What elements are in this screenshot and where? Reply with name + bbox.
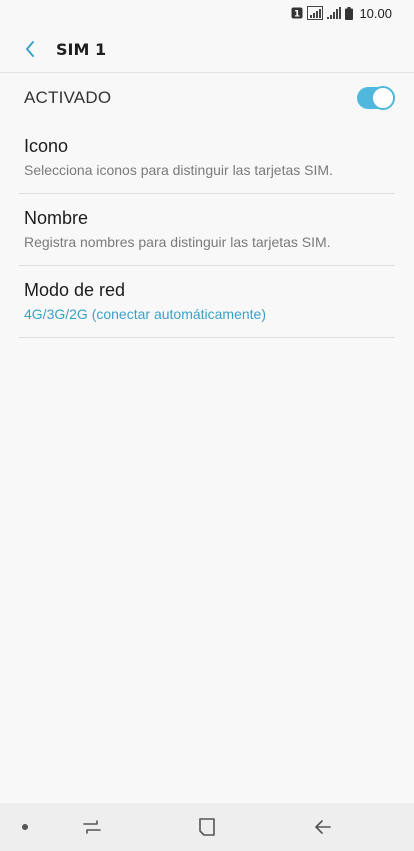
back-button[interactable]	[10, 29, 50, 69]
toggle-knob	[371, 86, 395, 110]
sim-badge-number: 1	[294, 10, 300, 20]
setting-item-title: Icono	[24, 136, 69, 156]
setting-item-subtitle: Registra nombres para distinguir las tar…	[24, 234, 331, 250]
app-bar: SIM 1	[0, 26, 414, 72]
signal-strength-icon	[327, 7, 342, 19]
signal-strength-box-icon	[307, 6, 324, 20]
setting-item-nombre[interactable]: Nombre Registra nombres para distinguir …	[0, 194, 414, 266]
list-divider	[19, 337, 395, 338]
page-title: SIM 1	[56, 39, 107, 59]
back-nav-button[interactable]	[311, 815, 335, 839]
recent-apps-button[interactable]	[80, 815, 104, 839]
setting-item-title: Modo de red	[24, 280, 126, 300]
status-time: 10.00	[359, 5, 392, 21]
nav-dot-icon[interactable]	[22, 824, 28, 830]
home-button[interactable]	[195, 815, 219, 839]
status-bar: 1 10.00	[0, 0, 414, 26]
recent-apps-icon	[83, 820, 101, 834]
setting-item-title: Nombre	[24, 208, 89, 228]
setting-item-value: 4G/3G/2G (conectar automáticamente)	[24, 306, 266, 322]
navigation-bar	[0, 803, 414, 851]
settings-list: Icono Selecciona iconos para distinguir …	[0, 122, 414, 338]
sim-card-icon: 1	[291, 7, 303, 19]
setting-item-subtitle: Selecciona iconos para distinguir las ta…	[24, 162, 333, 178]
master-switch-label: ACTIVADO	[24, 88, 112, 107]
master-switch-toggle[interactable]	[357, 86, 395, 110]
home-icon	[199, 818, 215, 836]
chevron-left-icon	[26, 41, 34, 57]
battery-icon	[345, 6, 354, 20]
master-switch-row[interactable]: ACTIVADO	[0, 73, 414, 123]
arrow-left-icon	[315, 820, 331, 834]
setting-item-modo-de-red[interactable]: Modo de red 4G/3G/2G (conectar automátic…	[0, 266, 414, 338]
setting-item-icono[interactable]: Icono Selecciona iconos para distinguir …	[0, 122, 414, 194]
